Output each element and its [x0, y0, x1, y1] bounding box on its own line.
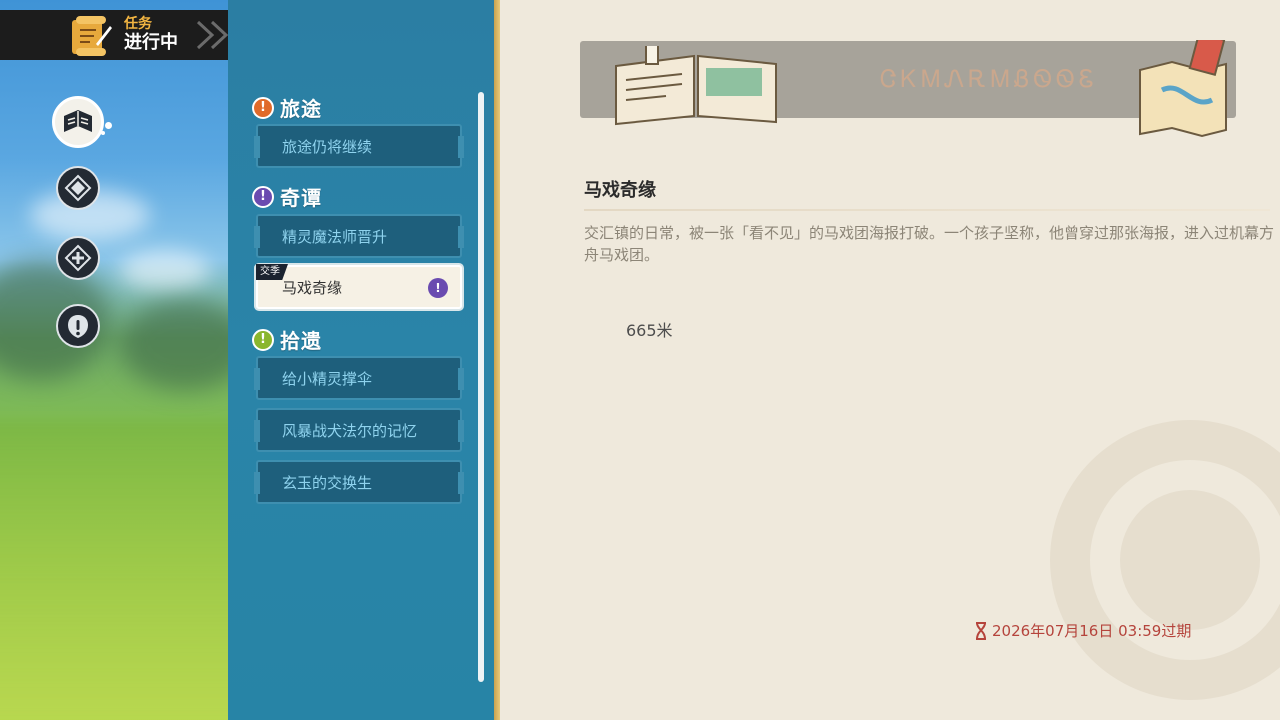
open-book-icon [64, 110, 92, 132]
banner-runes: ᏣᏦᎷᏁᎡᎷᏰᏫᏫᏋ [880, 65, 1098, 93]
category-label: 拾遗 [280, 329, 322, 353]
quest-item[interactable]: 精灵魔法师晋升 [254, 214, 464, 258]
quest-title: 马戏奇缘 [584, 180, 656, 201]
quest-expiry: 2026年07月16日 03:59过期 [974, 620, 1191, 641]
category-gleanings: ! 拾遗 [252, 325, 322, 354]
gleanings-badge-icon: ! [252, 328, 274, 351]
header-category: 任务 [124, 16, 152, 33]
quest-item-label: 风暴战犬法尔的记忆 [282, 421, 418, 440]
quest-distance: 665米 [626, 321, 673, 340]
quest-item-label: 马戏奇缘 [282, 278, 343, 297]
treasure-map-illustration [1139, 40, 1227, 138]
title-divider [584, 209, 1270, 211]
quest-item[interactable]: 给小精灵撑伞 [254, 356, 464, 400]
crossed-diamond-icon [64, 244, 92, 272]
expiry-text: 2026年07月16日 03:59过期 [992, 622, 1192, 640]
header-status: 进行中 [124, 31, 178, 53]
quest-item-selected[interactable]: 交季 马戏奇缘 ! [256, 264, 462, 309]
compass-rose-icon [64, 174, 92, 202]
quest-item[interactable]: 风暴战犬法尔的记忆 [254, 408, 464, 452]
background-emblem-icon [1050, 420, 1280, 700]
open-journal-illustration [615, 46, 777, 126]
exclamation-shield-icon [68, 315, 88, 338]
hourglass-icon [976, 621, 986, 640]
quest-item-label: 玄玉的交换生 [282, 473, 373, 492]
category-legend: ! 奇谭 [252, 182, 322, 211]
category-journey: ! 旅途 [252, 93, 322, 122]
quest-scroll-icon [72, 16, 112, 56]
quest-description: 交汇镇的日常，被一张「看不见」的马戏团海报打破。一个孩子坚称，他曾穿过那张海报，… [584, 224, 1275, 264]
category-label: 奇谭 [280, 186, 322, 210]
legend-badge-icon: ! [252, 185, 274, 208]
quest-header: 任务 进行中 [0, 10, 254, 60]
category-label: 旅途 [280, 97, 322, 121]
quest-item-label: 精灵魔法师晋升 [282, 227, 388, 246]
quest-item[interactable]: 玄玉的交换生 [254, 460, 464, 504]
background-scene [0, 0, 228, 720]
quest-filter-tab-3[interactable] [56, 236, 100, 280]
quest-details-panel: ᏣᏦᎷᏁᎡᎷᏰᏫᏫᏋ 马戏奇缘 交汇镇的日常，被一张「看不见」的马戏团海报打破。… [500, 0, 1280, 720]
quest-filter-tab-4[interactable] [56, 304, 100, 348]
quest-item-label: 旅途仍将继续 [282, 137, 373, 156]
quest-filter-tab-2[interactable] [56, 166, 100, 210]
journey-badge-icon: ! [252, 96, 274, 119]
quest-item-label: 给小精灵撑伞 [282, 369, 373, 388]
legend-quest-icon: ! [428, 278, 448, 298]
header-deco-icon [196, 20, 229, 50]
quest-book-tab[interactable] [52, 96, 104, 148]
quest-item[interactable]: 旅途仍将继续 [254, 124, 464, 168]
quest-list-scrollbar[interactable] [478, 92, 484, 682]
